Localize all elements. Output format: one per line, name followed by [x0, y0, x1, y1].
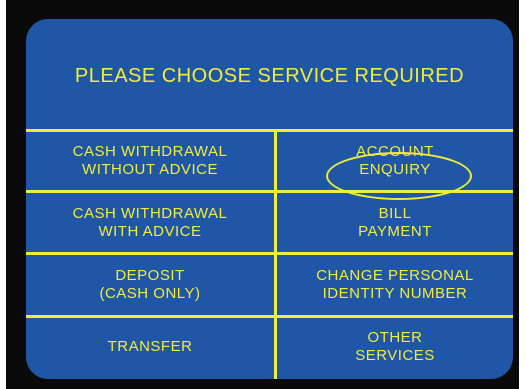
- other-services-button[interactable]: OTHER SERVICES: [277, 318, 513, 376]
- option-label: BILL: [378, 204, 412, 222]
- service-options-grid: CASH WITHDRAWAL WITHOUT ADVICE ACCOUNT E…: [26, 129, 513, 379]
- option-label: DEPOSIT: [115, 267, 185, 284]
- option-label: PAYMENT: [358, 222, 432, 240]
- cash-withdrawal-with-advice-button[interactable]: CASH WITHDRAWAL WITH ADVICE: [26, 193, 274, 252]
- atm-bezel: PLEASE CHOOSE SERVICE REQUIRED CASH WITH…: [6, 0, 519, 389]
- option-label: CASH WITHDRAWAL: [72, 204, 228, 222]
- option-label: ACCOUNT: [356, 143, 434, 160]
- account-enquiry-button[interactable]: ACCOUNT ENQUIRY: [277, 132, 513, 190]
- option-label: CHANGE PERSONAL: [316, 267, 474, 284]
- page-title: PLEASE CHOOSE SERVICE REQUIRED: [74, 64, 465, 87]
- bill-payment-button[interactable]: BILL PAYMENT: [277, 193, 513, 252]
- transfer-button[interactable]: TRANSFER: [26, 318, 274, 376]
- option-label: SERVICES: [355, 347, 435, 364]
- change-pin-button[interactable]: CHANGE PERSONAL IDENTITY NUMBER: [277, 255, 513, 315]
- option-label: WITH ADVICE: [98, 222, 202, 240]
- cash-withdrawal-without-advice-button[interactable]: CASH WITHDRAWAL WITHOUT ADVICE: [26, 132, 274, 190]
- atm-screen: PLEASE CHOOSE SERVICE REQUIRED CASH WITH…: [26, 19, 513, 379]
- option-label: ENQUIRY: [359, 161, 431, 178]
- option-label: CASH WITHDRAWAL: [72, 143, 228, 160]
- option-label: TRANSFER: [107, 338, 193, 355]
- option-label: (CASH ONLY): [99, 285, 201, 302]
- option-label: IDENTITY NUMBER: [322, 285, 468, 302]
- option-label: WITHOUT ADVICE: [82, 161, 218, 178]
- option-label: OTHER: [367, 329, 423, 346]
- deposit-button[interactable]: DEPOSIT (CASH ONLY): [26, 255, 274, 315]
